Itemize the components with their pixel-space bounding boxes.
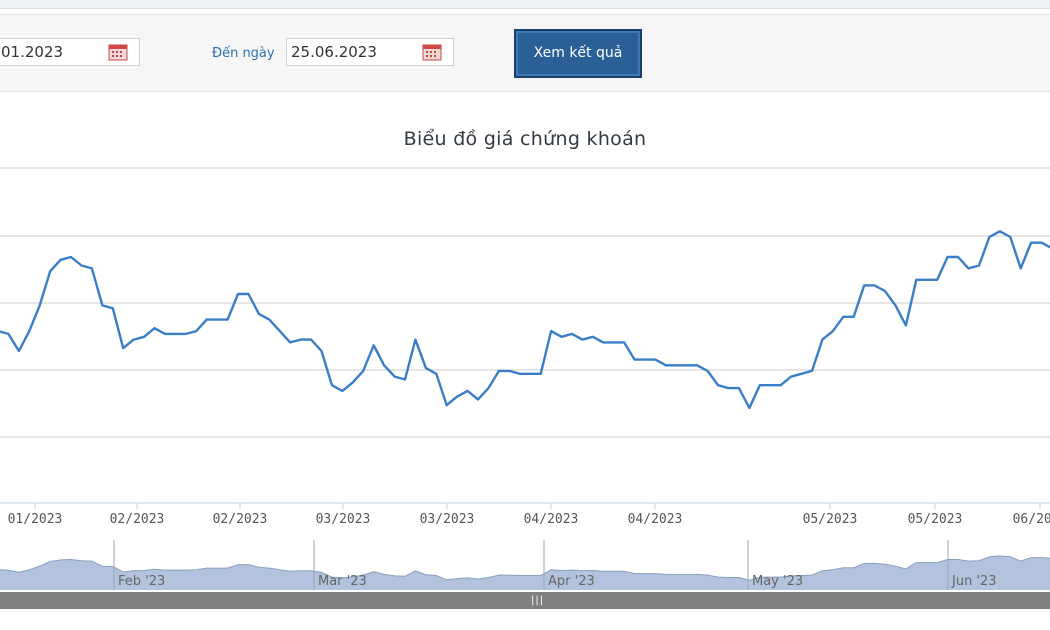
- navigator-label: May '23: [752, 574, 803, 589]
- navigator-label: Feb '23: [118, 574, 165, 589]
- x-tick-label: 03/2023: [420, 512, 475, 527]
- price-chart: 01/2023 02/2023 02/2023 03/2023 03/2023 04/20…: [0, 167, 1050, 590]
- navigator-label: Apr '23: [548, 574, 595, 589]
- x-tick-label: 01/2023: [8, 512, 63, 527]
- x-tick-label: 05/2023: [803, 512, 858, 527]
- navigator-scrollbar[interactable]: |||: [0, 592, 1050, 609]
- navigator-label: Jun '23: [951, 574, 997, 589]
- x-tick-label: 05/2023: [908, 512, 963, 527]
- x-tick-label: 03/2023: [316, 512, 371, 527]
- x-tick-label: 04/2023: [628, 512, 683, 527]
- x-tick-label: 02/2023: [110, 512, 165, 527]
- x-tick-label: 06/2023: [1013, 512, 1050, 527]
- price-line: [0, 230, 1050, 410]
- x-tick-label: 02/2023: [213, 512, 268, 527]
- navigator-label: Mar '23: [318, 574, 367, 589]
- scrollbar-grip-icon[interactable]: |||: [531, 595, 544, 606]
- x-tick-label: 04/2023: [524, 512, 579, 527]
